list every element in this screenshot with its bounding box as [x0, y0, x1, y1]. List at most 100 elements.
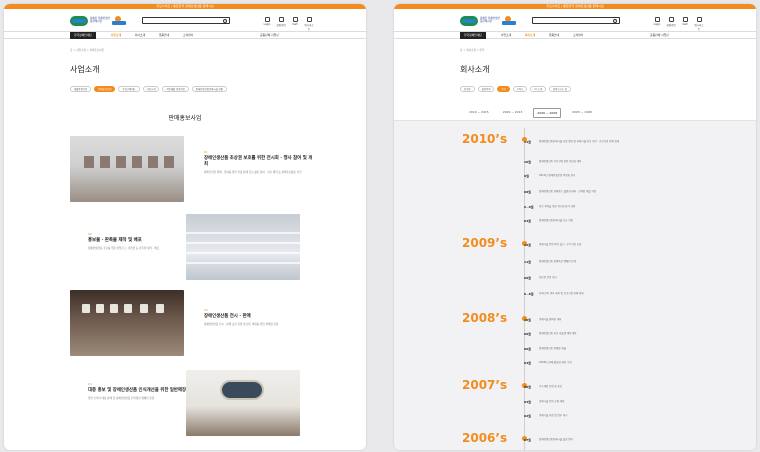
- sub-tabs: 재활용품사업 판매홍보사업 우선구매제도 기관소개 직업재활 연계사업 장애인생…: [70, 86, 227, 92]
- timeline-month: 6~8월: [524, 292, 534, 296]
- timeline-text: 판매시설 협의회 개최: [539, 318, 562, 321]
- timeline-text: 판매시설 운영 평가 실시 · 우수기관 포상: [539, 243, 582, 246]
- wishlist-link[interactable]: 위시리스트: [694, 17, 704, 31]
- breadcrumb: 홈 > 회사소개 > 연혁: [460, 49, 485, 52]
- site-logo[interactable]: [70, 16, 88, 26]
- timeline-text: 장애인생산품 홍보 리플렛 제작 배포: [539, 332, 577, 335]
- year-range-tabs: 2010 ~ 2015 2009 ~ 2013 2006 ~ 2008 2005…: [466, 108, 595, 118]
- timeline-year: 2007’s: [462, 378, 508, 392]
- store-photo: [186, 370, 300, 436]
- year-tab-active[interactable]: 2006 ~ 2008: [533, 108, 562, 118]
- item-heading: 대중 홍보 및 장애인생산품 인식개선을 위한 일반매장 운영: [88, 388, 196, 393]
- nav-item-products[interactable]: 물품안내: [152, 32, 176, 39]
- nav-item-products[interactable]: 물품안내: [542, 32, 566, 39]
- timeline-text: 장애인생산품판매시설 설립 준비: [539, 438, 573, 441]
- timeline-month: 03월: [524, 219, 531, 223]
- timeline-month: 09월: [524, 276, 531, 280]
- timeline-month: 11월: [524, 260, 531, 264]
- nav-item-support[interactable]: 고객센터: [176, 32, 200, 39]
- timeline-month: 11월: [524, 140, 531, 144]
- year-tab[interactable]: 2009 ~ 2013: [500, 108, 526, 118]
- item-description: 일반 소비자 대상 판매 및 장애인생산품 인식개선 캠페인 운영: [88, 397, 155, 400]
- nav-item-business[interactable]: 사업소개: [494, 32, 518, 39]
- nav-home[interactable]: 한국장애인재단: [460, 32, 486, 39]
- tab-directions[interactable]: 찾아오시는 길: [548, 86, 571, 92]
- timeline-month: 6~8월: [524, 205, 534, 209]
- printed-materials-photo: [186, 214, 300, 280]
- site-header: 장애인 장애인생산품판매시설 Login 회원가입 Cart 위시리스트: [394, 9, 756, 31]
- tab-purpose[interactable]: 설립목적: [477, 86, 495, 92]
- timeline-month: 10월: [524, 160, 531, 164]
- wishlist-link[interactable]: 위시리스트: [304, 17, 314, 31]
- nav-item-support[interactable]: 고객센터: [566, 32, 590, 39]
- item-number: 04: [88, 382, 92, 386]
- partner-logo: [502, 16, 516, 26]
- timeline-text: 장애인생산품 판매촉진 캠페인 전개: [539, 260, 576, 263]
- partner-logo: [112, 16, 126, 26]
- nav-home[interactable]: 한국장애인재단: [70, 32, 96, 39]
- tab-vocational[interactable]: 직업재활 연계사업: [162, 86, 189, 92]
- org-name: 장애인 장애인생산품판매시설: [90, 17, 110, 23]
- timeline-text: 장애인생산품판매시설 신규 지정: [539, 219, 573, 222]
- login-link[interactable]: Login: [652, 17, 662, 31]
- timeline-month: 10월: [524, 318, 531, 322]
- search-icon[interactable]: [223, 19, 227, 23]
- site-logo[interactable]: [460, 16, 478, 26]
- tab-greeting[interactable]: 인사말: [460, 86, 475, 92]
- timeline-month: 9월: [524, 174, 529, 178]
- item-heading: 장애인생산품 초상권 보호를 위한 전시회 · 행사 참여 및 개최: [204, 156, 313, 167]
- heart-icon: [306, 17, 312, 22]
- business-item: 03 장애인생산품 전시 · 판매 장애인생산품 전시 · 판매 공간 운영 및…: [204, 308, 314, 327]
- item-number: 03: [204, 308, 208, 312]
- year-tab[interactable]: 2005 ~ 1998: [569, 108, 595, 118]
- timeline-month: 09월: [524, 385, 531, 389]
- tab-sales-promotion[interactable]: 판매홍보사업: [94, 86, 116, 92]
- sub-tabs: 인사말 설립목적 연혁 조직도 CI 소개 찾아오시는 길: [460, 86, 571, 92]
- timeline-year: 2008’s: [462, 311, 508, 325]
- tab-ci[interactable]: CI 소개: [530, 86, 546, 92]
- heart-icon: [696, 17, 702, 22]
- cart-icon: [682, 17, 688, 22]
- timeline-month: 12월: [524, 243, 531, 247]
- tab-facility-status[interactable]: 장애인생산품판매시설 현황: [191, 86, 227, 92]
- tab-priority-purchase[interactable]: 우선구매제도: [118, 86, 140, 92]
- cart-link[interactable]: Cart: [680, 17, 690, 31]
- tab-org-intro[interactable]: 기관소개: [142, 86, 160, 92]
- nav-item-joint-sales[interactable]: 공동판매 사업단: [650, 32, 669, 39]
- timeline-month: 08월: [524, 190, 531, 194]
- timeline-text: 2008년 판매 활성화 계획 수립: [539, 361, 572, 364]
- timeline-text: 장애인생산품 판매홍보 설명회 개최 · 신제품 개발 지원: [539, 190, 596, 193]
- utility-menu: Login 회원가입 Cart 위시리스트: [652, 17, 704, 31]
- item-description: 장애인생산품 홍보를 위한 카탈로그, 리플렛 등 판촉물 제작 · 배포: [88, 247, 160, 250]
- nav-item-joint-sales[interactable]: 공동판매 사업단: [260, 32, 279, 39]
- cart-link[interactable]: Cart: [290, 17, 300, 31]
- main-nav: 한국장애인재단 사업소개 회사소개 물품안내 고객센터 공동판매 사업단: [394, 31, 756, 39]
- user-icon: [264, 17, 270, 22]
- tab-history[interactable]: 연혁: [497, 86, 510, 92]
- login-link[interactable]: Login: [262, 17, 272, 31]
- page-title: 사업소개: [70, 65, 100, 74]
- tab-recycling[interactable]: 재활용품사업: [70, 86, 92, 92]
- nav-item-business[interactable]: 사업소개: [104, 32, 128, 39]
- nav-item-company[interactable]: 회사소개: [128, 32, 152, 39]
- search-input[interactable]: [532, 17, 620, 24]
- org-name: 장애인 장애인생산품판매시설: [480, 17, 500, 23]
- cart-icon: [292, 17, 298, 22]
- nav-item-company[interactable]: 회사소개: [518, 32, 542, 39]
- join-link[interactable]: 회원가입: [276, 17, 286, 31]
- join-link[interactable]: 회원가입: [666, 17, 676, 31]
- timeline-month: 06월: [524, 347, 531, 351]
- user-icon: [654, 17, 660, 22]
- search-icon[interactable]: [613, 19, 617, 23]
- business-item: 01 장애인생산품 초상권 보호를 위한 전시회 · 행사 참여 및 개최 판매…: [204, 150, 314, 175]
- business-item: 02 홍보물 · 판촉물 제작 및 배포 장애인생산품 홍보를 위한 카탈로그,…: [88, 232, 198, 251]
- year-tab[interactable]: 2010 ~ 2015: [466, 108, 492, 118]
- timeline-text: 장애인생산품 우선구매 관련 간담회 개최: [539, 160, 582, 163]
- timeline-month: 07월: [524, 438, 531, 442]
- business-item: 04 대중 홍보 및 장애인생산품 인식개선을 위한 일반매장 운영 일반 소비…: [88, 382, 198, 401]
- search-input[interactable]: [142, 17, 230, 24]
- timeline-year: 2006’s: [462, 431, 508, 445]
- business-intro-page: 주요사이트 | 통합한국 장애인생산품 판매시설 장애인 장애인생산품판매시설 …: [4, 4, 366, 450]
- section-title: 판매홍보사업: [168, 115, 202, 122]
- tab-organization[interactable]: 조직도: [512, 86, 528, 92]
